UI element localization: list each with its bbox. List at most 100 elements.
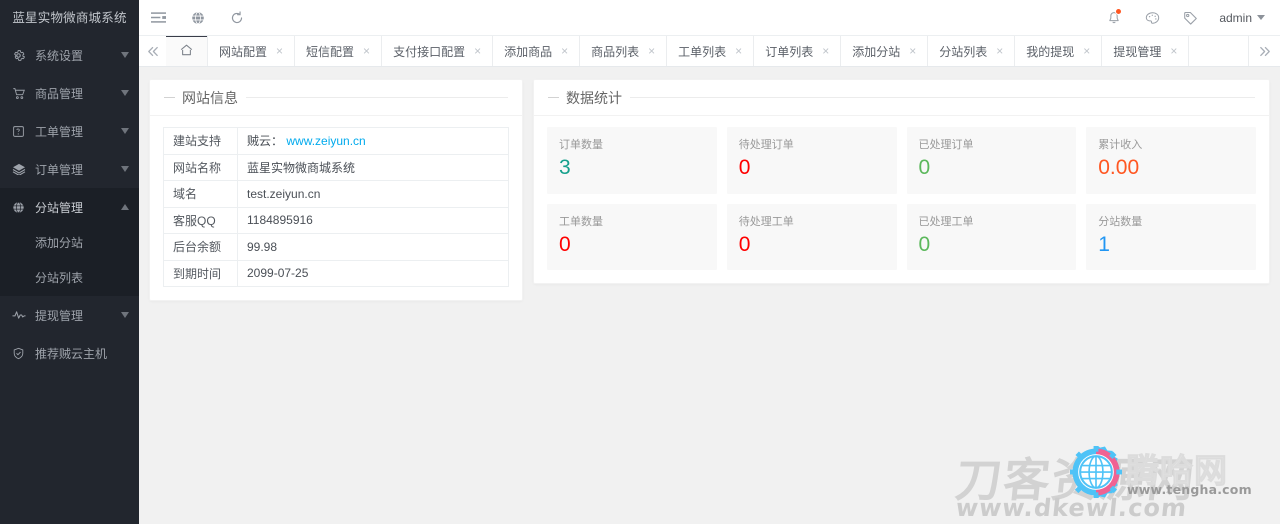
chevron-down-icon xyxy=(120,165,129,174)
row-value: 贼云： www.zeiyun.cn xyxy=(237,127,509,155)
home-icon xyxy=(180,44,193,59)
stat-card-substation-count[interactable]: 分站数量 1 xyxy=(1086,203,1256,271)
tab-sms-config[interactable]: 短信配置 × xyxy=(294,36,383,66)
row-key: 建站支持 xyxy=(163,127,238,155)
palette-icon[interactable] xyxy=(1133,0,1171,35)
sidebar-link-withdraw-mgmt[interactable]: 提现管理 xyxy=(0,296,139,334)
tab-label: 添加分站 xyxy=(852,44,901,59)
row-key: 客服QQ xyxy=(163,206,238,234)
zeiyun-link[interactable]: www.zeiyun.cn xyxy=(286,134,365,148)
sidebar-label-recommend-host: 推荐贼云主机 xyxy=(35,346,108,361)
tab-order-list[interactable]: 订单列表 × xyxy=(753,36,842,66)
sidebar-label-product-mgmt: 商品管理 xyxy=(35,86,84,101)
sidebar-link-system-settings[interactable]: 系统设置 xyxy=(0,36,139,74)
statistics-title: 数据统计 xyxy=(566,89,622,106)
tab-scroll-left-icon[interactable] xyxy=(139,36,166,66)
site-info-body: 建站支持 贼云： www.zeiyun.cn 网站名称 蓝星实物微商城系统 域名… xyxy=(150,116,522,300)
row-value: 99.98 xyxy=(237,233,509,261)
stat-value: 0 xyxy=(918,232,931,256)
menu-fold-icon[interactable] xyxy=(139,0,178,35)
tab-ticket-list[interactable]: 工单列表 × xyxy=(666,36,755,66)
tab-label: 添加商品 xyxy=(504,44,553,59)
statistics-body: 订单数量 3 待处理订单 0 已处理订单 0 累计收入 0.00 工单数量 0 … xyxy=(534,116,1269,283)
row-key: 到期时间 xyxy=(163,259,238,287)
sidebar-link-product-mgmt[interactable]: 商品管理 xyxy=(0,74,139,112)
sidebar-subitem-add-substation[interactable]: 添加分站 xyxy=(0,226,139,261)
tab-add-product[interactable]: 添加商品 × xyxy=(492,36,581,66)
tab-website-config[interactable]: 网站配置 × xyxy=(207,36,296,66)
close-icon[interactable]: × xyxy=(648,45,655,57)
sidebar-link-ticket-mgmt[interactable]: 工单管理 xyxy=(0,112,139,150)
sidebar-item-order-mgmt[interactable]: 订单管理 xyxy=(0,150,139,188)
tab-more-icon[interactable] xyxy=(1248,36,1280,66)
site-info-column: 网站信息 建站支持 贼云： www.zeiyun.cn 网站名称 蓝星实物微商城… xyxy=(144,79,528,301)
tag-icon[interactable] xyxy=(1171,0,1209,35)
sidebar-label-withdraw-mgmt: 提现管理 xyxy=(35,308,84,323)
row-value: 1184895916 xyxy=(237,206,509,234)
tab-my-withdraw[interactable]: 我的提现 × xyxy=(1014,36,1103,66)
close-icon[interactable]: × xyxy=(1170,45,1177,57)
stat-label: 累计收入 xyxy=(1098,139,1143,151)
header-rule xyxy=(246,97,508,98)
stat-card-processed-orders[interactable]: 已处理订单 0 xyxy=(906,127,1077,194)
sidebar-link-recommend-host[interactable]: 推荐贼云主机 xyxy=(0,334,139,372)
statistics-column: 数据统计 订单数量 3 待处理订单 0 已处理订单 0 累计收入 0.00 工单… xyxy=(528,79,1275,285)
close-icon[interactable]: × xyxy=(735,45,742,57)
sidebar-item-recommend-host[interactable]: 推荐贼云主机 xyxy=(0,334,139,372)
stat-label: 待处理订单 xyxy=(738,139,794,151)
globe-icon[interactable] xyxy=(178,0,217,35)
watermark-dkewl: 刀客资源网 www.dkewl.com xyxy=(952,440,1274,524)
sidebar-link-order-mgmt[interactable]: 订单管理 xyxy=(0,150,139,188)
close-icon[interactable]: × xyxy=(1083,45,1090,57)
stat-card-pending-tickets[interactable]: 待处理工单 0 xyxy=(726,203,897,271)
bell-icon[interactable] xyxy=(1095,0,1133,35)
stat-card-ticket-count[interactable]: 工单数量 0 xyxy=(547,203,717,271)
sidebar-item-substation-mgmt[interactable]: 分站管理 添加分站 分站列表 xyxy=(0,188,139,296)
close-icon[interactable]: × xyxy=(561,45,568,57)
tab-home[interactable] xyxy=(166,36,208,66)
tab-substation-list[interactable]: 分站列表 × xyxy=(927,36,1016,66)
tab-product-list[interactable]: 商品列表 × xyxy=(579,36,668,66)
row-value: test.zeiyun.cn xyxy=(237,180,509,208)
site-info-card: 网站信息 建站支持 贼云： www.zeiyun.cn 网站名称 蓝星实物微商城… xyxy=(149,79,523,301)
close-icon[interactable]: × xyxy=(276,45,283,57)
table-row: 域名 test.zeiyun.cn xyxy=(163,180,509,208)
tab-withdraw-mgmt[interactable]: 提现管理 × xyxy=(1101,36,1190,66)
watermark-dkewl-text: 刀客资源网 xyxy=(952,453,1199,507)
stat-value: 0 xyxy=(738,156,751,180)
stat-card-pending-orders[interactable]: 待处理订单 0 xyxy=(726,127,897,194)
tab-add-substation[interactable]: 添加分站 × xyxy=(840,36,929,66)
sidebar-item-withdraw-mgmt[interactable]: 提现管理 xyxy=(0,296,139,334)
sidebar-link-substation-mgmt[interactable]: 分站管理 xyxy=(0,188,139,226)
row-value: 2099-07-25 xyxy=(237,259,509,287)
stat-label: 分站数量 xyxy=(1098,215,1143,228)
close-icon[interactable]: × xyxy=(363,45,370,57)
row-value: 蓝星实物微商城系统 xyxy=(237,153,509,181)
sidebar-submenu-substation: 添加分站 分站列表 xyxy=(0,226,139,296)
stat-grid: 订单数量 3 待处理订单 0 已处理订单 0 累计收入 0.00 工单数量 0 … xyxy=(542,122,1261,275)
stat-card-total-income[interactable]: 累计收入 0.00 xyxy=(1086,127,1256,194)
close-icon[interactable]: × xyxy=(474,45,481,57)
sidebar-item-system-settings[interactable]: 系统设置 xyxy=(0,36,139,74)
sidebar-subitem-substation-list[interactable]: 分站列表 xyxy=(0,261,139,296)
sidebar-nav: 系统设置 商品管理 工单管理 订单管理 分站管理 添加分站 分站列表 提现管理 … xyxy=(0,36,139,372)
stat-card-order-count[interactable]: 订单数量 3 xyxy=(547,127,717,194)
close-icon[interactable]: × xyxy=(909,45,916,57)
sidebar-item-product-mgmt[interactable]: 商品管理 xyxy=(0,74,139,112)
close-icon[interactable]: × xyxy=(996,45,1003,57)
stat-value: 0 xyxy=(738,232,751,256)
tab-payment-config[interactable]: 支付接口配置 × xyxy=(381,36,494,66)
row-key: 后台余额 xyxy=(163,233,238,261)
refresh-icon[interactable] xyxy=(217,0,256,35)
stat-card-processed-tickets[interactable]: 已处理工单 0 xyxy=(906,203,1077,271)
site-info-header: 网站信息 xyxy=(150,80,522,116)
tab-label: 我的提现 xyxy=(1026,44,1075,59)
sidebar-item-ticket-mgmt[interactable]: 工单管理 xyxy=(0,112,139,150)
user-menu[interactable]: admin xyxy=(1209,0,1267,35)
stat-value: 0 xyxy=(918,156,931,180)
header-left-tools xyxy=(139,0,256,35)
brand-title: 蓝星实物微商城系统 xyxy=(0,0,139,36)
statistics-header: 数据统计 xyxy=(534,80,1269,116)
close-icon[interactable]: × xyxy=(822,45,829,57)
tab-label: 支付接口配置 xyxy=(393,44,466,59)
